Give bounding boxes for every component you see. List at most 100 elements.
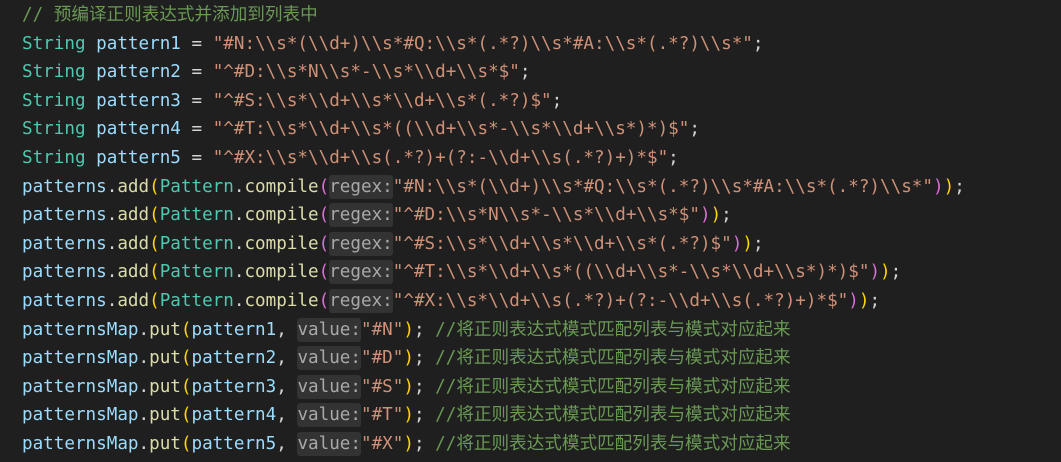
open-paren: ( (318, 262, 330, 283)
variable-name: pattern2 (191, 348, 277, 369)
semicolon: ; (413, 376, 425, 397)
code-line-comment[interactable]: // 预编译正则表达式并添加到列表中 (0, 1, 1061, 30)
code-comment: //将正则表达式模式匹配列表与模式对应起来 (435, 319, 791, 340)
variable-name: pattern5 (191, 433, 277, 454)
semicolon: ; (869, 290, 881, 311)
code-line-put-call[interactable]: patternsMap.put(pattern2, value:"#D"); /… (0, 344, 1061, 373)
method-name: add (117, 262, 150, 283)
code-line-declaration[interactable]: String pattern2 = "^#D:\\s*N\\s*-\\s*\\d… (0, 58, 1061, 87)
open-paren: ( (318, 205, 330, 226)
open-paren: ( (180, 433, 192, 454)
code-line-put-call[interactable]: patternsMap.put(pattern1, value:"#N"); /… (0, 316, 1061, 345)
open-paren: ( (149, 262, 160, 283)
variable-name: pattern2 (96, 62, 181, 83)
object-name: patternsMap (22, 433, 139, 454)
string-literal: "#N:\\s*(\\d+)\\s*#Q:\\s*(.*?)\\s*#A:\\s… (392, 176, 933, 197)
string-literal: "^#S:\\s*\\d+\\s*\\d+\\s*(.*?)$" (392, 233, 732, 254)
object-name: patternsMap (22, 319, 139, 340)
object-name: patternsMap (22, 376, 139, 397)
variable-name: pattern3 (96, 90, 181, 111)
semicolon: ; (689, 119, 700, 140)
code-line-add-call[interactable]: patterns.add(Pattern.compile(regex:"^#T:… (0, 258, 1061, 287)
code-comment: //将正则表达式模式匹配列表与模式对应起来 (435, 376, 791, 397)
semicolon: ; (721, 205, 732, 226)
assign-operator: = (191, 119, 203, 140)
close-paren: ) (403, 405, 414, 426)
method-name: compile (244, 233, 319, 254)
assign-operator: = (191, 147, 203, 168)
method-name: add (117, 176, 150, 197)
code-line-add-call[interactable]: patterns.add(Pattern.compile(regex:"^#S:… (0, 230, 1061, 259)
type-keyword: String (22, 33, 86, 54)
code-line-declaration[interactable]: String pattern1 = "#N:\\s*(\\d+)\\s*#Q:\… (0, 30, 1061, 59)
variable-name: pattern3 (191, 376, 277, 397)
code-line-put-call[interactable]: patternsMap.put(pattern3, value:"#S"); /… (0, 373, 1061, 402)
string-literal: "#X" (361, 433, 404, 454)
close-paren: ) (403, 348, 414, 369)
string-literal: "#N" (361, 319, 404, 340)
assign-operator: = (191, 33, 203, 54)
type-keyword: String (22, 90, 86, 111)
semicolon: ; (752, 233, 764, 254)
code-line-add-call[interactable]: patterns.add(Pattern.compile(regex:"#N:\… (0, 173, 1061, 202)
open-paren: ( (149, 205, 160, 226)
code-comment: // 预编译正则表达式并添加到列表中 (22, 5, 318, 25)
method-name: compile (244, 290, 319, 311)
object-name: patternsMap (22, 405, 139, 426)
string-literal: "#D" (361, 348, 404, 369)
close-paren: ) (943, 176, 955, 197)
parameter-hint: regex: (329, 174, 393, 199)
object-name: patterns (22, 290, 107, 311)
code-line-declaration[interactable]: String pattern4 = "^#T:\\s*\\d+\\s*((\\d… (0, 115, 1061, 144)
close-paren: ) (869, 262, 881, 283)
object-name: patterns (22, 233, 107, 254)
string-literal: "^#T:\\s*\\d+\\s*((\\d+\\s*-\\s*\\d+\\s*… (212, 119, 690, 140)
semicolon: ; (752, 33, 764, 54)
semicolon: ; (519, 62, 531, 83)
object-name: patterns (22, 205, 107, 226)
close-paren: ) (403, 376, 414, 397)
method-name: add (117, 233, 150, 254)
open-paren: ( (149, 176, 160, 197)
method-name: put (149, 348, 181, 369)
code-line-put-call[interactable]: patternsMap.put(pattern5, value:"#X"); /… (0, 430, 1061, 459)
class-name: Pattern (159, 176, 234, 197)
semicolon: ; (551, 90, 563, 111)
close-paren: ) (858, 290, 870, 311)
string-literal: "^#S:\\s*\\d+\\s*\\d+\\s*(.*?)$" (212, 90, 552, 111)
open-paren: ( (318, 290, 330, 311)
parameter-hint: value: (297, 403, 361, 428)
assign-operator: = (191, 62, 203, 83)
code-editor[interactable]: // 预编译正则表达式并添加到列表中 String pattern1 = "#N… (0, 0, 1061, 462)
parameter-hint: regex: (329, 288, 393, 313)
open-paren: ( (180, 348, 192, 369)
string-literal: "^#D:\\s*N\\s*-\\s*\\d+\\s*$" (212, 62, 520, 83)
open-paren: ( (180, 319, 192, 340)
code-line-add-call[interactable]: patterns.add(Pattern.compile(regex:"^#D:… (0, 201, 1061, 230)
open-paren: ( (149, 290, 160, 311)
open-paren: ( (149, 233, 160, 254)
semicolon: ; (890, 262, 902, 283)
method-name: add (117, 205, 150, 226)
close-paren: ) (742, 233, 753, 254)
code-line-declaration[interactable]: String pattern3 = "^#S:\\s*\\d+\\s*\\d+\… (0, 87, 1061, 116)
open-paren: ( (318, 176, 330, 197)
variable-name: pattern4 (191, 405, 277, 426)
open-paren: ( (180, 405, 192, 426)
class-name: Pattern (159, 205, 234, 226)
close-paren: ) (403, 319, 414, 340)
semicolon: ; (413, 348, 425, 369)
string-literal: "#S" (361, 376, 404, 397)
code-line-declaration[interactable]: String pattern5 = "^#X:\\s*\\d+\\s(.*?)+… (0, 144, 1061, 173)
parameter-hint: value: (297, 346, 361, 371)
class-name: Pattern (159, 262, 234, 283)
method-name: put (149, 319, 181, 340)
code-line-add-call[interactable]: patterns.add(Pattern.compile(regex:"^#X:… (0, 287, 1061, 316)
object-name: patterns (22, 176, 107, 197)
code-comment: //将正则表达式模式匹配列表与模式对应起来 (435, 348, 791, 369)
code-line-put-call[interactable]: patternsMap.put(pattern4, value:"#T"); /… (0, 401, 1061, 430)
string-literal: "#N:\\s*(\\d+)\\s*#Q:\\s*(.*?)\\s*#A:\\s… (212, 33, 753, 54)
type-keyword: String (22, 119, 86, 140)
method-name: compile (244, 262, 319, 283)
open-paren: ( (318, 233, 330, 254)
